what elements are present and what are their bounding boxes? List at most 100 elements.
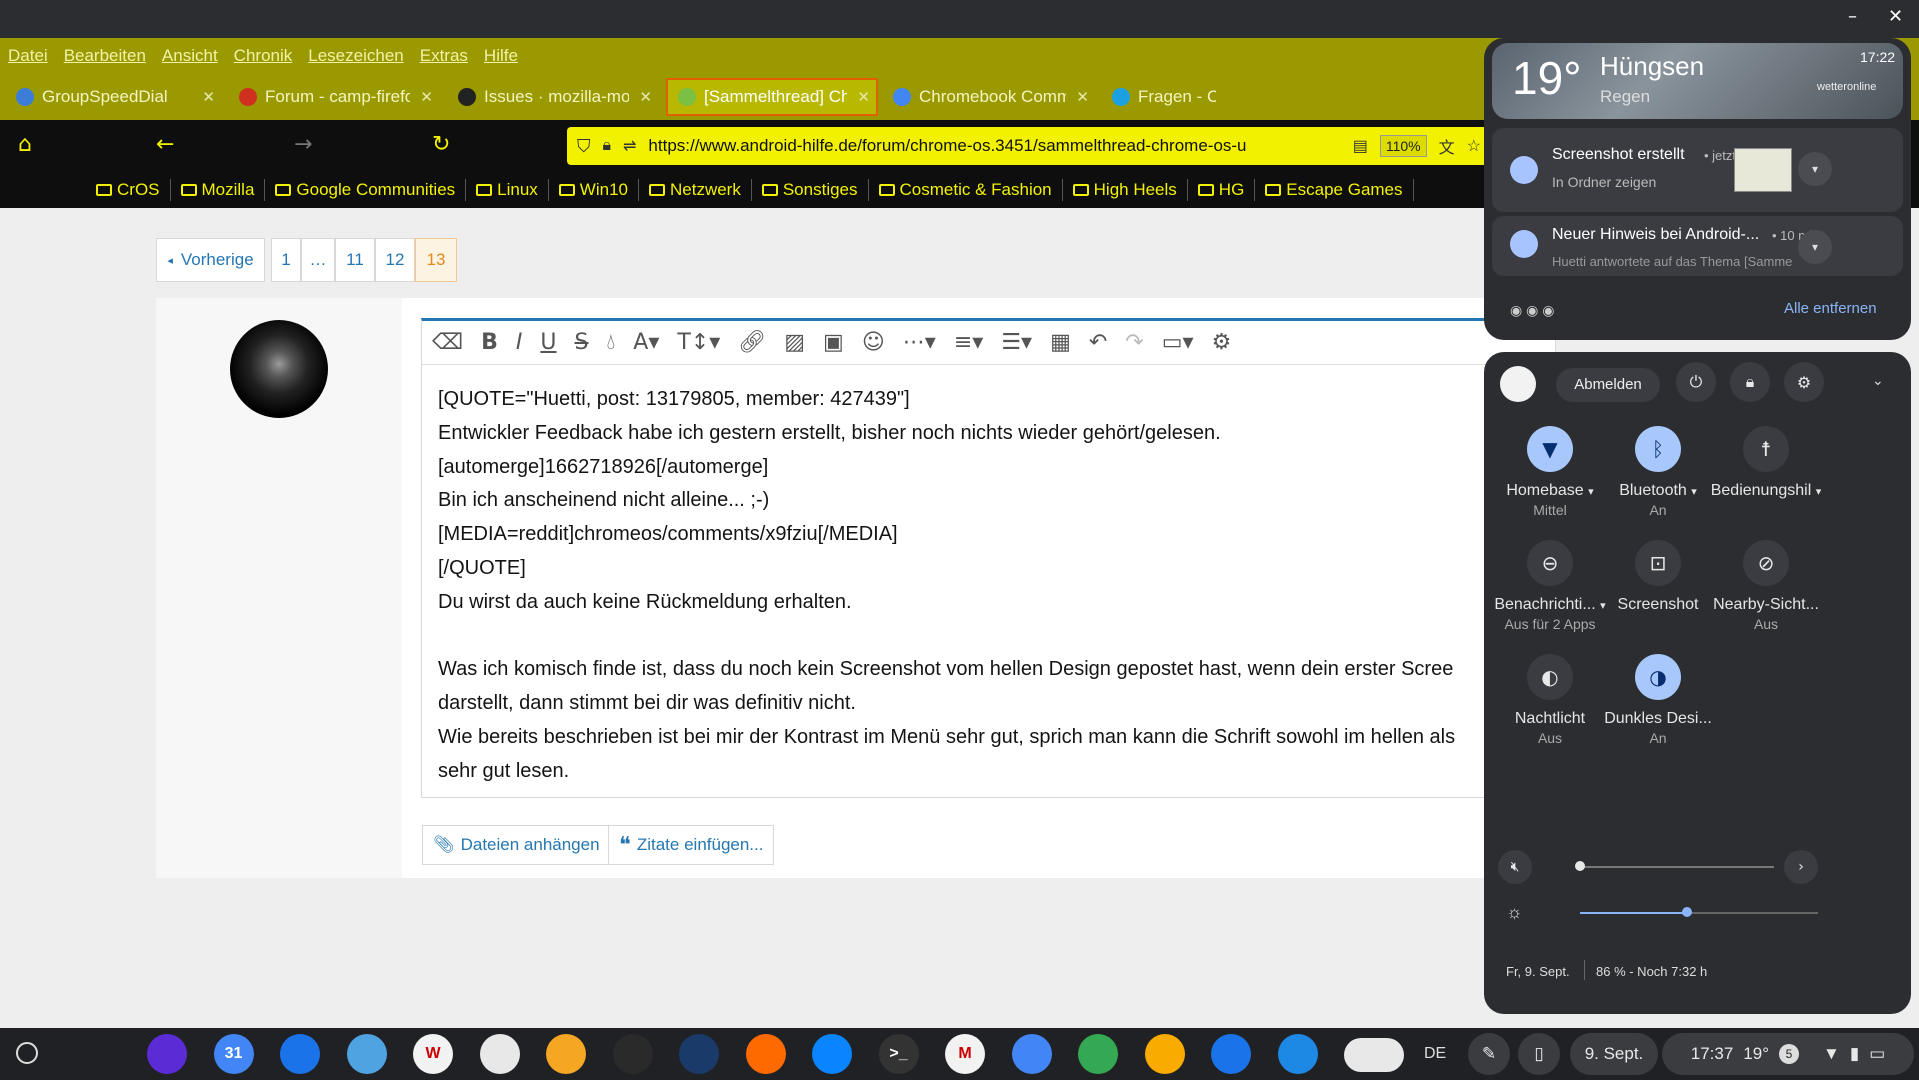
- signout-button[interactable]: Abmelden: [1556, 368, 1660, 402]
- ime-language[interactable]: DE: [1424, 1045, 1446, 1063]
- files-icon[interactable]: [1277, 1034, 1318, 1074]
- launcher-icon[interactable]: [16, 1042, 38, 1064]
- terminal-icon[interactable]: >_: [878, 1034, 919, 1074]
- align-icon[interactable]: ≡▾: [954, 330, 983, 355]
- stocks-icon[interactable]: [679, 1034, 719, 1074]
- calendar-icon[interactable]: 31: [213, 1034, 254, 1074]
- permissions-icon[interactable]: ⇌: [623, 136, 636, 156]
- tasks-icon[interactable]: [280, 1034, 320, 1074]
- brightness-slider-handle[interactable]: [1682, 907, 1693, 917]
- thunderbird-icon[interactable]: [812, 1034, 852, 1074]
- pager-page-13[interactable]: 13: [415, 238, 457, 282]
- muted-volume-icon[interactable]: 🔇︎: [1498, 850, 1532, 884]
- more-icon[interactable]: ⋯▾: [903, 330, 936, 355]
- stylus-icon[interactable]: ✎: [1468, 1033, 1510, 1075]
- media-icon[interactable]: ▣: [823, 330, 844, 355]
- reader-view-icon[interactable]: ▤: [1353, 136, 1368, 156]
- lock-icon[interactable]: 🔒︎: [603, 137, 612, 155]
- collapse-chevron-icon[interactable]: ⌄: [1872, 372, 1884, 389]
- bookmark-folder-10[interactable]: Escape Games: [1255, 179, 1414, 201]
- strikethrough-icon[interactable]: S: [575, 330, 589, 355]
- tile-7-icon[interactable]: ◑: [1635, 654, 1681, 700]
- attach-files-button[interactable]: 📎︎ Dateien anhängen: [422, 825, 611, 865]
- tab-close-icon[interactable]: ✕: [420, 88, 433, 106]
- menu-item-4[interactable]: Lesezeichen: [308, 46, 403, 66]
- wikipedia-icon[interactable]: W: [413, 1034, 453, 1074]
- menu-item-0[interactable]: Datei: [8, 46, 48, 66]
- tile-0-icon[interactable]: ▼: [1527, 426, 1573, 472]
- lock-screen-icon[interactable]: 🔒︎: [1730, 362, 1770, 402]
- pager-prev-button[interactable]: ◂ Vorherige: [156, 238, 265, 282]
- reload-icon[interactable]: ↻: [432, 132, 450, 157]
- tab-2[interactable]: Issues · mozilla-mobile/fe✕: [448, 78, 658, 116]
- pager-page-12[interactable]: 12: [375, 238, 415, 282]
- menu-item-5[interactable]: Extras: [420, 46, 468, 66]
- qs-date[interactable]: Fr, 9. Sept.: [1506, 964, 1570, 979]
- menu-item-3[interactable]: Chronik: [234, 46, 293, 66]
- overview-icon[interactable]: ▭: [1869, 1044, 1885, 1064]
- menu-item-1[interactable]: Bearbeiten: [64, 46, 146, 66]
- bookmark-folder-0[interactable]: CrOS: [86, 179, 171, 201]
- redo-icon[interactable]: ↷: [1125, 330, 1143, 355]
- power-icon[interactable]: ⏻: [1676, 362, 1716, 402]
- tile-6-icon[interactable]: ◐: [1527, 654, 1573, 700]
- list-icon[interactable]: ☰▾: [1001, 330, 1032, 355]
- bookmark-folder-9[interactable]: HG: [1188, 179, 1256, 201]
- image-icon[interactable]: ▨: [784, 330, 805, 355]
- tab-close-icon[interactable]: ✕: [639, 88, 652, 106]
- menu-item-2[interactable]: Ansicht: [162, 46, 218, 66]
- tab-1[interactable]: Forum - camp-firefox.de✕: [229, 78, 439, 116]
- tab-close-icon[interactable]: ✕: [857, 88, 870, 106]
- firefox-icon[interactable]: [745, 1034, 786, 1074]
- gmail-icon[interactable]: M: [945, 1034, 985, 1074]
- font-family-icon[interactable]: A▾: [633, 330, 659, 355]
- minimize-icon[interactable]: –: [1848, 6, 1857, 27]
- close-window-icon[interactable]: ✕: [1888, 6, 1903, 27]
- table-icon[interactable]: ▦: [1050, 330, 1071, 355]
- play-store-icon[interactable]: [612, 1034, 653, 1074]
- shield-icon[interactable]: ⛉: [577, 136, 591, 157]
- font-size-icon[interactable]: T↕▾: [677, 330, 720, 355]
- tile-7-label[interactable]: Dunkles Desi...: [1583, 710, 1733, 728]
- tab-close-icon[interactable]: ✕: [202, 88, 215, 106]
- tile-3-icon[interactable]: ⊖: [1527, 540, 1573, 586]
- volume-slider-handle[interactable]: [1575, 861, 1585, 871]
- tile-4-icon[interactable]: ⊡: [1635, 540, 1681, 586]
- camera-icon[interactable]: [346, 1034, 387, 1074]
- tab-close-icon[interactable]: ✕: [1076, 88, 1089, 106]
- url-text[interactable]: https://www.android-hilfe.de/forum/chrom…: [648, 136, 1340, 156]
- tray-date[interactable]: 9. Sept.: [1570, 1033, 1658, 1075]
- aliexpress-icon[interactable]: [479, 1034, 520, 1074]
- save-draft-icon[interactable]: ▭▾: [1162, 330, 1194, 355]
- audio-settings-chevron-icon[interactable]: ›: [1784, 850, 1818, 884]
- weather-card[interactable]: 19° Hüngsen Regen 17:22 wetteronline: [1492, 43, 1903, 119]
- screenshot-thumbnail[interactable]: [1734, 148, 1792, 192]
- keep-icon[interactable]: [1011, 1034, 1052, 1074]
- firefox-nightly-icon[interactable]: [147, 1034, 187, 1074]
- bold-icon[interactable]: B: [481, 330, 498, 355]
- smiley-icon[interactable]: ☺: [862, 330, 885, 355]
- zoom-level[interactable]: 110%: [1379, 135, 1427, 157]
- eraser-icon[interactable]: ⌫: [432, 330, 463, 355]
- chrome-canary-icon[interactable]: [1144, 1034, 1185, 1074]
- chrome-icon[interactable]: [1078, 1034, 1118, 1074]
- tile-1-icon[interactable]: ᛒ: [1635, 426, 1681, 472]
- chevron-down-icon[interactable]: ▾: [1798, 230, 1832, 264]
- notification-screenshot[interactable]: Screenshot erstellt • jetzt In Ordner ze…: [1492, 128, 1903, 212]
- settings-icon[interactable]: ⚙: [1784, 362, 1824, 402]
- volume-slider[interactable]: [1580, 866, 1774, 868]
- italic-icon[interactable]: I: [516, 330, 523, 355]
- status-area[interactable]: 17:37 19° 5 ▼ ▮ ▭: [1662, 1033, 1914, 1075]
- avatar[interactable]: [230, 320, 328, 418]
- bookmark-folder-4[interactable]: Win10: [549, 179, 639, 201]
- notification-android-hilfe[interactable]: Neuer Hinweis bei Android-... • 10 min H…: [1492, 216, 1903, 276]
- bookmark-folder-3[interactable]: Linux: [466, 179, 549, 201]
- tab-5[interactable]: Fragen - Comm: [1102, 78, 1222, 116]
- bookmark-folder-8[interactable]: High Heels: [1063, 179, 1188, 201]
- insert-quotes-button[interactable]: ❝ Zitate einfügen...: [608, 825, 775, 865]
- tile-5-icon[interactable]: ⊘: [1743, 540, 1789, 586]
- clear-all-button[interactable]: Alle entfernen: [1784, 300, 1877, 317]
- bookmark-folder-1[interactable]: Mozilla: [171, 179, 266, 201]
- qs-battery[interactable]: 86 % - Noch 7:32 h: [1596, 964, 1707, 979]
- color-drop-icon[interactable]: 💧︎: [606, 330, 615, 355]
